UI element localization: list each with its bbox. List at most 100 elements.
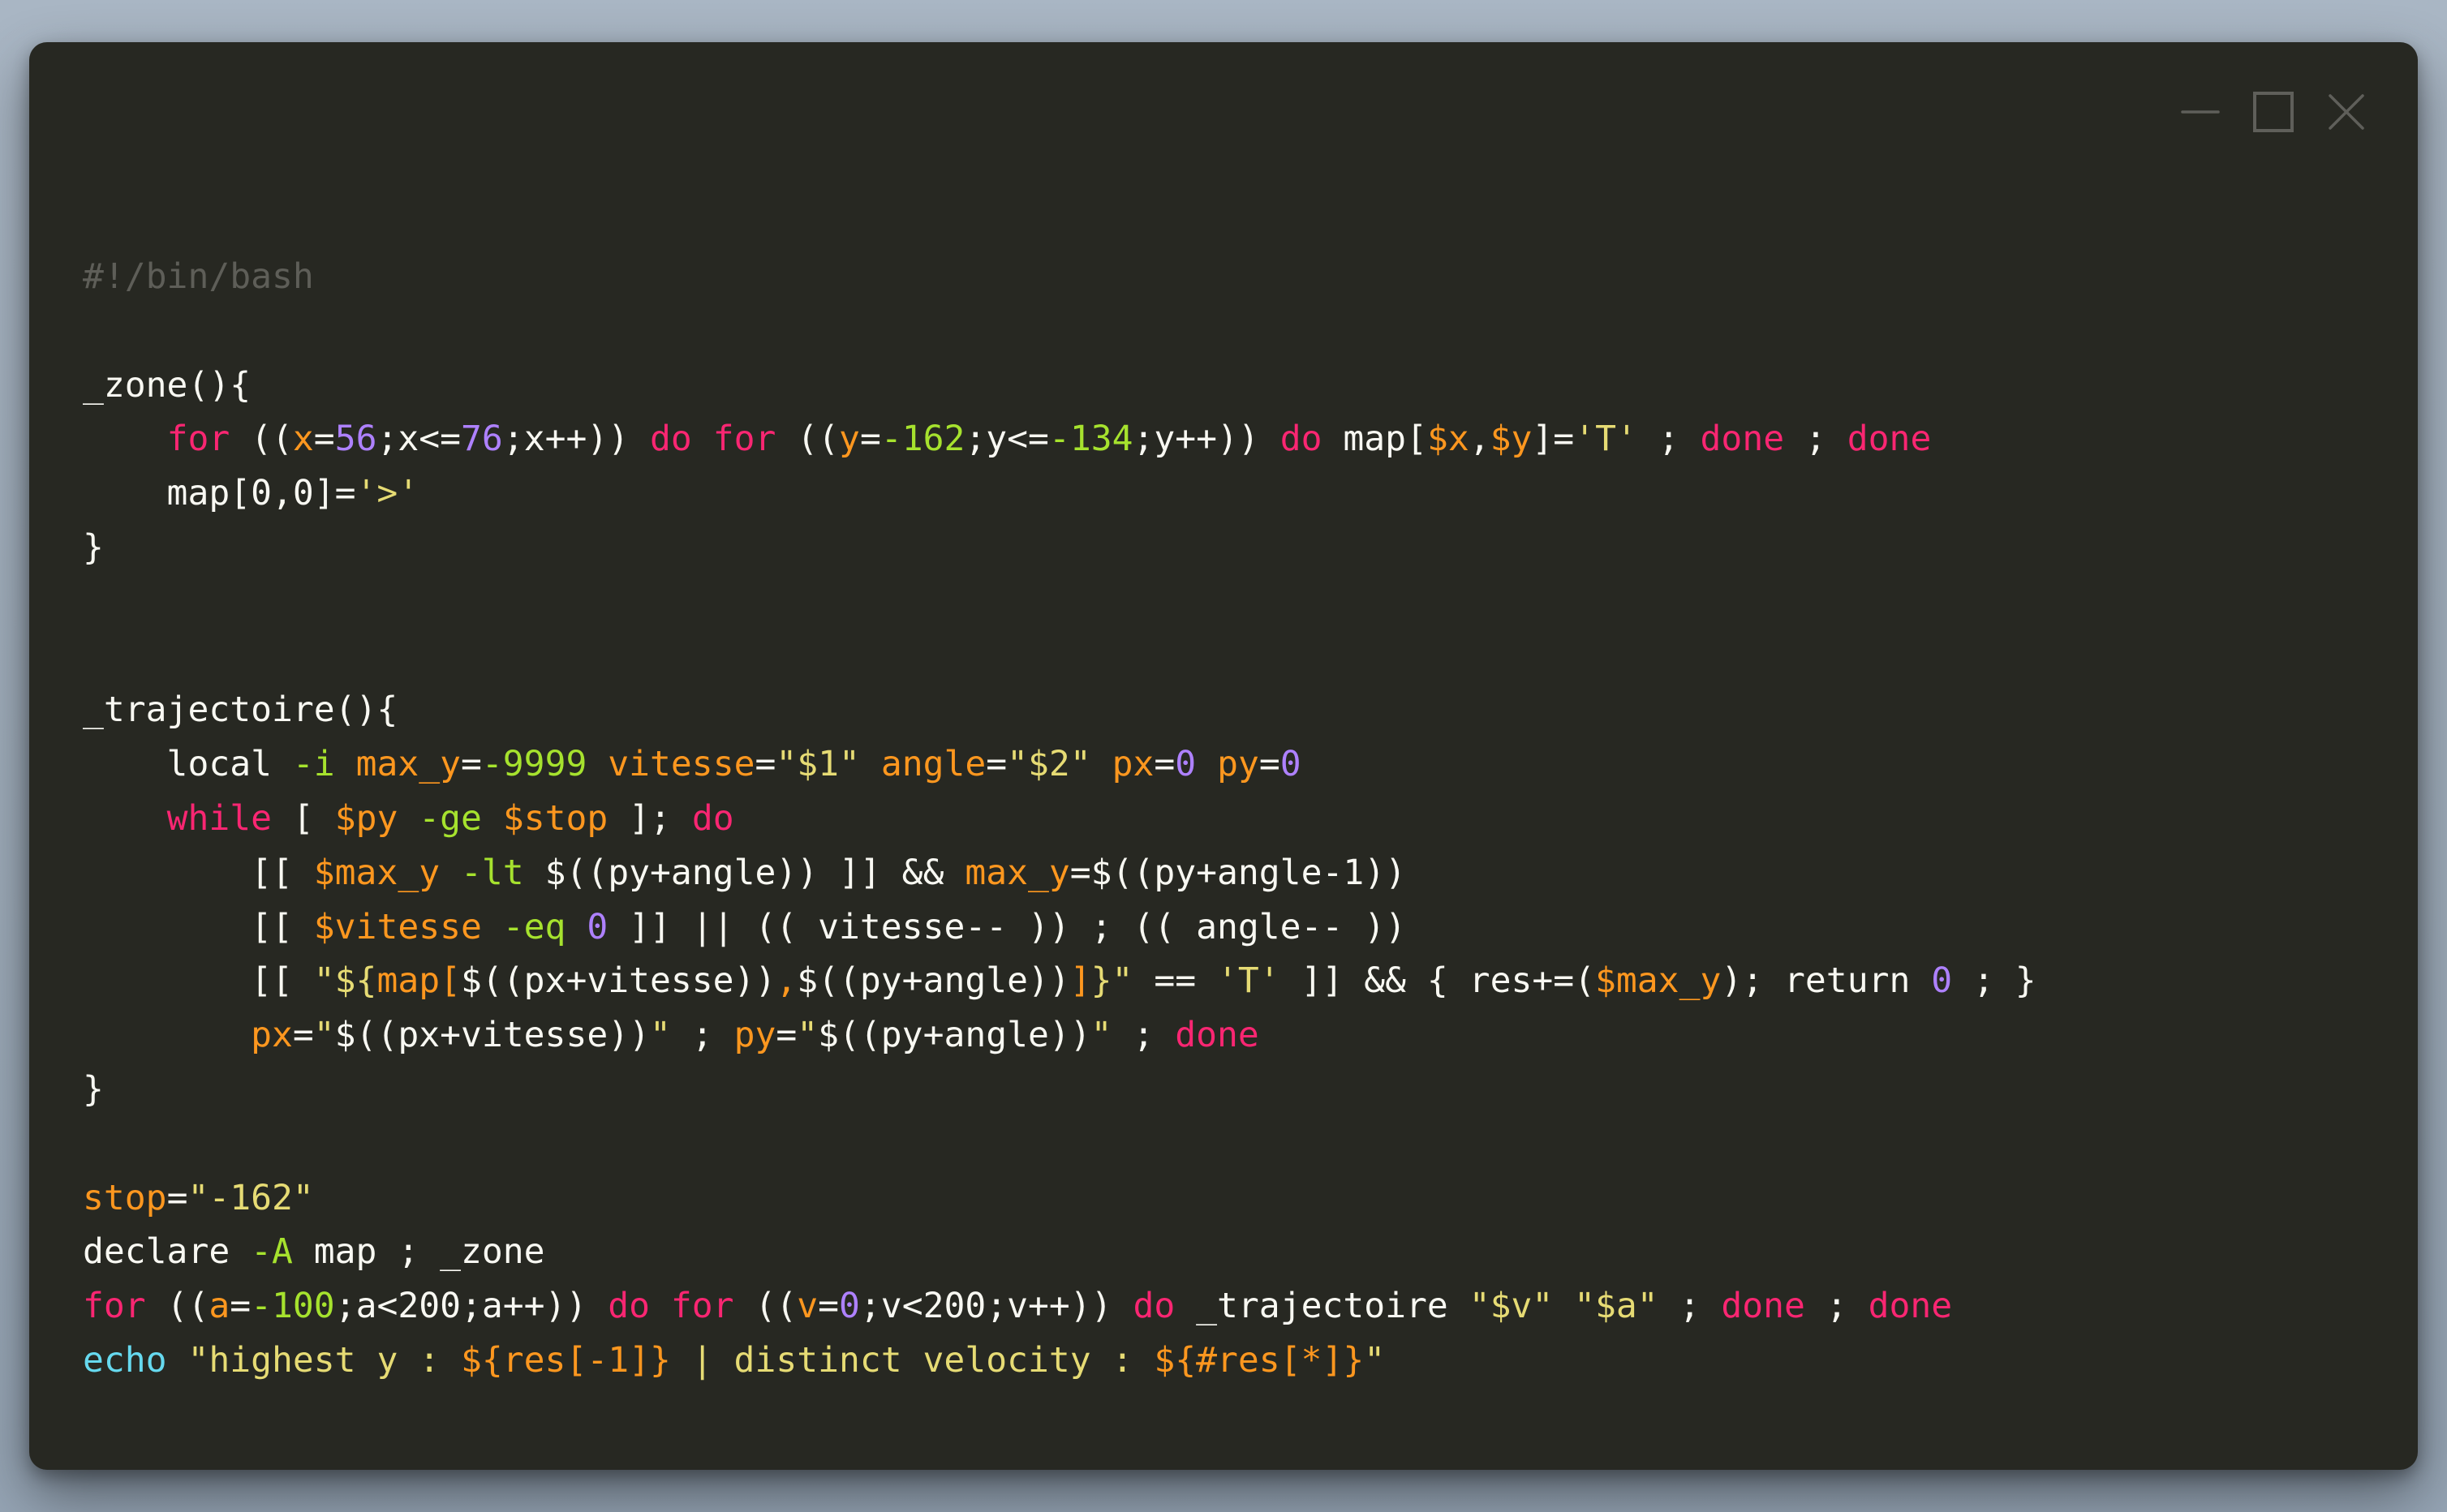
code-token: max_y bbox=[355, 744, 462, 785]
code-token: local bbox=[83, 744, 293, 785]
code-token: } bbox=[83, 526, 104, 568]
maximize-button[interactable] bbox=[2251, 89, 2296, 135]
code-line: for ((x=56;x<=76;x++)) do for ((y=-162;y… bbox=[83, 412, 2036, 466]
code-token: for bbox=[166, 419, 230, 460]
code-token: -eq bbox=[502, 906, 566, 947]
code-token: = bbox=[1154, 744, 1176, 785]
code-token: py bbox=[1217, 744, 1259, 785]
code-token: '>' bbox=[355, 473, 419, 514]
code-line: local -i max_y=-9999 vitesse="$1" angle=… bbox=[83, 737, 2036, 792]
window-controls bbox=[2178, 89, 2369, 135]
code-line: _zone(){ bbox=[83, 359, 2036, 413]
code-token: stop bbox=[83, 1177, 167, 1218]
code-token: v bbox=[797, 1286, 819, 1327]
code-token: (( bbox=[733, 1286, 798, 1327]
code-token: for bbox=[670, 1286, 734, 1327]
code-token: ; bbox=[1804, 1286, 1869, 1327]
code-token: echo bbox=[83, 1339, 167, 1381]
code-token: "${ bbox=[313, 960, 377, 1002]
minimize-icon bbox=[2181, 110, 2220, 114]
code-line: while [ $py -ge $stop ]; do bbox=[83, 792, 2036, 846]
code-token: ${res[-1]} bbox=[461, 1339, 671, 1381]
code-token: for bbox=[712, 419, 776, 460]
code-token: 0 bbox=[1175, 744, 1197, 785]
code-token: angle bbox=[880, 744, 987, 785]
code-token: 0 bbox=[1931, 960, 1953, 1002]
code-token: 0 bbox=[587, 906, 609, 947]
code-token: vitesse bbox=[608, 744, 755, 785]
code-line: map[0,0]='>' bbox=[83, 466, 2036, 521]
code-token: ; bbox=[1784, 419, 1847, 460]
code-token: done bbox=[1868, 1286, 1953, 1327]
code-line: } bbox=[83, 521, 2036, 575]
code-token: = bbox=[292, 1015, 314, 1056]
code-token: ; bbox=[1658, 1286, 1722, 1327]
code-token: $stop bbox=[502, 797, 609, 839]
code-token: ]; bbox=[608, 797, 692, 839]
code-token: , bbox=[1469, 419, 1490, 460]
code-token: " bbox=[1090, 1015, 1112, 1056]
code-token: }" bbox=[1090, 960, 1133, 1002]
maximize-icon bbox=[2253, 92, 2294, 132]
code-token: 56 bbox=[334, 419, 377, 460]
code-token: = bbox=[230, 1286, 252, 1327]
code-token: $((px+vitesse)) bbox=[461, 960, 776, 1002]
code-token: "$2" bbox=[1007, 744, 1091, 785]
minimize-button[interactable] bbox=[2178, 89, 2223, 135]
code-token: do bbox=[608, 1286, 651, 1327]
code-line: #!/bin/bash bbox=[83, 250, 2036, 304]
code-token: map[ bbox=[1322, 419, 1427, 460]
code-token: py bbox=[733, 1015, 776, 1056]
code-token: done bbox=[1175, 1015, 1259, 1056]
code-token: done bbox=[1847, 419, 1932, 460]
code-token: = bbox=[859, 419, 881, 460]
code-token: $y bbox=[1490, 419, 1533, 460]
code-token: 76 bbox=[461, 419, 503, 460]
code-line: stop="-162" bbox=[83, 1171, 2036, 1226]
code-token: while bbox=[166, 797, 273, 839]
code-token: = bbox=[461, 744, 482, 785]
close-button[interactable] bbox=[2324, 89, 2369, 135]
code-block[interactable]: #!/bin/bash _zone(){ for ((x=56;x<=76;x++… bbox=[83, 250, 2036, 1388]
code-token: do bbox=[1133, 1286, 1176, 1327]
code-token: done bbox=[1721, 1286, 1805, 1327]
code-line: px="$((px+vitesse))" ; py="$((py+angle))… bbox=[83, 1008, 2036, 1063]
code-token: max_y bbox=[965, 852, 1070, 893]
code-token: do bbox=[1279, 419, 1322, 460]
code-token: map ; _zone bbox=[292, 1231, 545, 1273]
code-line: [[ $max_y -lt $((py+angle)) ]] && max_y=… bbox=[83, 846, 2036, 900]
code-token: $max_y bbox=[313, 852, 441, 893]
code-token: " bbox=[650, 1015, 671, 1056]
code-token: ${#res[*]} bbox=[1154, 1339, 1365, 1381]
code-token: (( bbox=[230, 419, 293, 460]
code-token: = bbox=[986, 744, 1008, 785]
code-token: " bbox=[797, 1015, 819, 1056]
code-token: ]] || (( vitesse-- )) ; (( angle-- )) bbox=[608, 906, 1406, 947]
code-token: px bbox=[251, 1015, 293, 1056]
code-token: , bbox=[776, 960, 798, 1002]
code-token: ;y<= bbox=[965, 419, 1049, 460]
code-token: -lt bbox=[461, 852, 524, 893]
code-token: $((py+angle)) bbox=[818, 1015, 1091, 1056]
code-token: ]] && { res+=( bbox=[1279, 960, 1596, 1002]
code-token: $((py+angle)) bbox=[797, 960, 1070, 1002]
code-line: for ((a=-100;a<200;a++)) do for ((v=0;v<… bbox=[83, 1279, 2036, 1334]
code-token: -ge bbox=[419, 797, 482, 839]
code-token: "highest y : bbox=[187, 1339, 461, 1381]
code-token: x bbox=[292, 419, 314, 460]
code-token: a bbox=[209, 1286, 230, 1327]
